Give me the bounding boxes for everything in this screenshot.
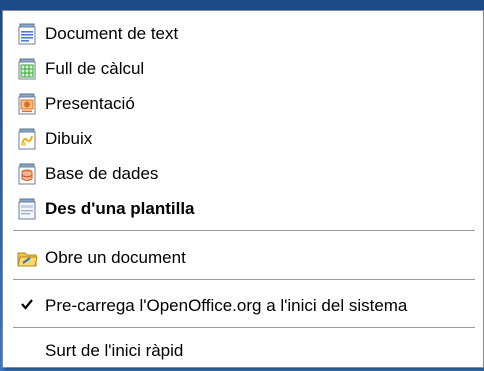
impress-presentation-icon (16, 93, 38, 115)
menu-item-label: Obre un document (45, 248, 186, 267)
menu-item-from-template[interactable]: Des d'una plantilla (3, 194, 483, 224)
writer-document-icon (16, 23, 38, 45)
menu-item-label: Surt de l'inici ràpid (45, 341, 184, 360)
calc-spreadsheet-icon (16, 58, 38, 80)
menu-item-preload-at-startup[interactable]: Pre-carrega l'OpenOffice.org a l'inici d… (3, 291, 483, 321)
menu-item-spreadsheet[interactable]: Full de càlcul (3, 54, 483, 84)
open-folder-icon (16, 247, 38, 269)
menu-separator (13, 230, 475, 232)
menu-item-label: Base de dades (45, 164, 159, 183)
quickstart-context-menu: Document de text Full de càlcul Presenta… (2, 10, 484, 368)
menu-item-label: Pre-carrega l'OpenOffice.org a l'inici d… (45, 296, 408, 315)
menu-item-label: Dibuix (45, 129, 93, 148)
base-database-icon (16, 163, 38, 185)
menu-item-exit-quickstart[interactable]: Surt de l'inici ràpid (3, 336, 483, 366)
menu-item-label: Document de text (45, 24, 179, 43)
menu-item-label: Presentació (45, 94, 135, 113)
menu-separator (13, 327, 475, 329)
menu-item-presentation[interactable]: Presentació (3, 89, 483, 119)
menu-item-label: Des d'una plantilla (45, 199, 195, 218)
template-icon (16, 198, 38, 220)
menu-item-label: Full de càlcul (45, 59, 145, 78)
menu-item-database[interactable]: Base de dades (3, 159, 483, 189)
menu-separator (13, 279, 475, 281)
menu-item-drawing[interactable]: Dibuix (3, 124, 483, 154)
checkmark-icon (16, 297, 38, 316)
draw-drawing-icon (16, 128, 38, 150)
menu-item-text-document[interactable]: Document de text (3, 19, 483, 49)
menu-item-open-document[interactable]: Obre un document (3, 243, 483, 273)
